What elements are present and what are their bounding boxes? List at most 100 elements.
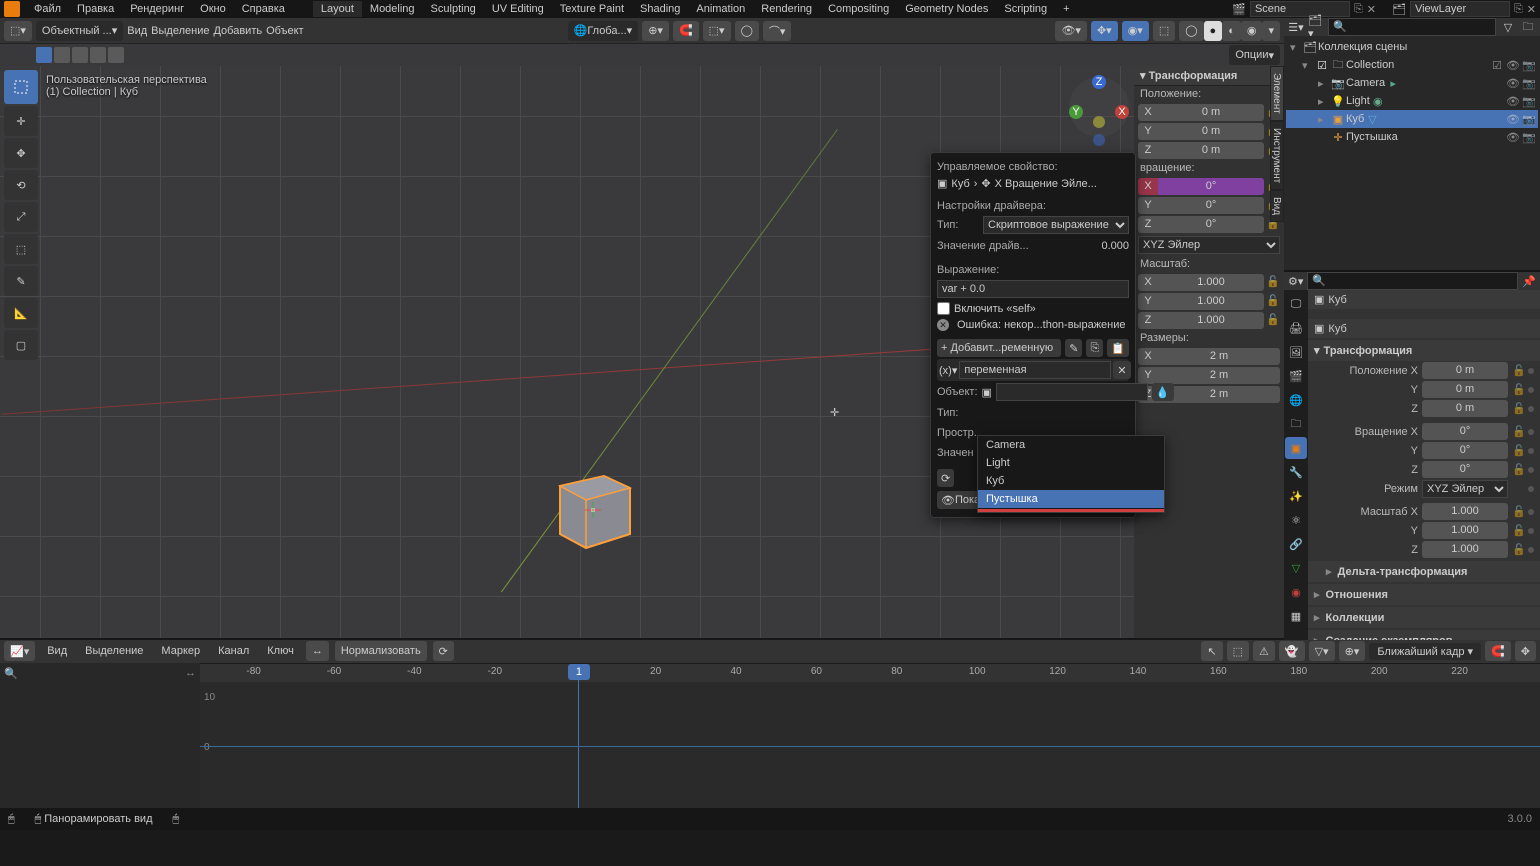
viewlayer-new-icon[interactable]: ⎘ (1514, 3, 1523, 16)
prop-loc-x[interactable]: 0 m (1422, 362, 1508, 379)
shading-material[interactable]: ◐ (1222, 21, 1241, 41)
ptab-physics[interactable]: ⚛ (1285, 509, 1307, 531)
tool-measure[interactable]: 📐 (4, 298, 38, 328)
tool-annotate[interactable]: ✎ (4, 266, 38, 296)
navigation-gizmo[interactable]: Z Y X (1064, 72, 1134, 142)
outliner-search-input[interactable] (1328, 18, 1496, 36)
lock-icon[interactable]: 🔓 (1512, 402, 1524, 415)
viewport-menu-select[interactable]: Выделение (151, 25, 209, 37)
ptab-modifiers[interactable]: 🔧 (1285, 461, 1307, 483)
snap-graph-icon[interactable]: 🧲 (1485, 641, 1511, 661)
viewlayer-delete-icon[interactable]: ✕ (1527, 3, 1536, 16)
prop-transform-header[interactable]: ▾ Трансформация (1308, 340, 1540, 361)
workspace-add-tab[interactable]: + (1055, 1, 1077, 17)
scale-z-field[interactable]: 1.000 (1158, 312, 1264, 329)
tool-scale[interactable]: ⤢ (4, 202, 38, 232)
cube-object[interactable] (550, 458, 636, 550)
dropdown-item-camera[interactable]: Camera (978, 436, 1164, 454)
refresh-button[interactable]: ⟳ (937, 469, 954, 487)
ptab-world[interactable]: 🌐 (1285, 389, 1307, 411)
workspace-tab-shading[interactable]: Shading (632, 1, 688, 17)
shading-dropdown[interactable]: ▾ (1262, 21, 1280, 41)
exclude-icon[interactable]: ☑ (1490, 59, 1504, 72)
loc-x-field[interactable]: 0 m (1158, 104, 1264, 121)
lock-icon[interactable]: 🔓 (1512, 364, 1524, 377)
outliner-scene-collection[interactable]: Коллекция сцены (1318, 41, 1407, 53)
tool-add-cube[interactable]: ▢ (4, 330, 38, 360)
add-variable-button[interactable]: + Добавит...ременную (937, 339, 1061, 357)
ghost-icon[interactable]: 👻 (1279, 641, 1305, 661)
workspace-tab-modeling[interactable]: Modeling (362, 1, 423, 17)
select-mode-2[interactable] (54, 47, 70, 63)
scene-name-input[interactable] (1250, 1, 1350, 17)
proportional-graph-icon[interactable]: ⊕▾ (1339, 641, 1366, 661)
workspace-tab-compositing[interactable]: Compositing (820, 1, 897, 17)
shading-solid[interactable]: ● (1204, 21, 1223, 41)
outliner-tree[interactable]: ▾🗂Коллекция сцены ▾☑🗀Collection☑👁📷 ▸📷Cam… (1284, 36, 1540, 270)
normalize-toggle[interactable]: ↔ (306, 641, 329, 661)
menu-render[interactable]: Рендеринг (122, 1, 192, 17)
prop-loc-y[interactable]: 0 m (1422, 381, 1508, 398)
prop-scale-y[interactable]: 1.000 (1422, 522, 1508, 539)
eye-icon[interactable]: 👁 (1506, 131, 1520, 144)
ptab-data[interactable]: ▽ (1285, 557, 1307, 579)
dropdown-item-light[interactable]: Light (978, 454, 1164, 472)
graph-editor-type-icon[interactable]: 📈▾ (4, 641, 35, 661)
render-icon[interactable]: 📷 (1522, 77, 1536, 90)
workspace-tab-scripting[interactable]: Scripting (996, 1, 1055, 17)
tool-transform[interactable]: ⬚ (4, 234, 38, 264)
pivot-dropdown[interactable]: ⊕▾ (642, 21, 669, 41)
workspace-tab-texturepaint[interactable]: Texture Paint (552, 1, 632, 17)
ptab-texture[interactable]: ▦ (1285, 605, 1307, 627)
eye-icon[interactable]: 👁 (1506, 95, 1520, 108)
interaction-mode-dropdown[interactable]: Объектный ... ▾ (36, 21, 123, 41)
tl-menu-key[interactable]: Ключ (261, 643, 300, 659)
channel-list[interactable]: 🔍 ↔ (0, 663, 200, 808)
properties-pin-icon[interactable]: 📌 (1522, 275, 1536, 288)
prop-scale-z[interactable]: 1.000 (1422, 541, 1508, 558)
snap-dropdown[interactable]: ⬚▾ (703, 21, 731, 41)
snap-mode-dropdown[interactable]: Ближайший кадр ▾ (1369, 643, 1481, 660)
tl-menu-view[interactable]: Вид (41, 643, 73, 659)
workspace-tab-rendering[interactable]: Rendering (753, 1, 820, 17)
tool-move[interactable]: ✥ (4, 138, 38, 168)
dropdown-item-empty[interactable]: Пустышка (978, 490, 1164, 508)
outliner-filter-icon[interactable]: ▽ (1500, 19, 1516, 35)
scene-delete-icon[interactable]: ✕ (1367, 3, 1376, 16)
orientation-dropdown[interactable]: 🌐 Глоба... ▾ (568, 21, 639, 41)
lock-icon[interactable]: 🔓 (1266, 294, 1280, 308)
proportional-toggle[interactable]: ◯ (735, 21, 759, 41)
overlay-toggle[interactable]: ◉▾ (1122, 21, 1149, 41)
select-mode-5[interactable] (108, 47, 124, 63)
tool-cursor[interactable]: ✛ (4, 106, 38, 136)
tl-menu-select[interactable]: Выделение (79, 643, 149, 659)
playhead[interactable]: 1 (578, 664, 579, 808)
viewport-options-button[interactable]: Опции ▾ (1229, 45, 1280, 65)
eye-icon[interactable]: 👁 (1506, 77, 1520, 90)
viewport-menu-add[interactable]: Добавить (213, 25, 262, 37)
workspace-tab-geonodes[interactable]: Geometry Nodes (897, 1, 996, 17)
tl-menu-channel[interactable]: Канал (212, 643, 255, 659)
outliner-display-mode-icon[interactable]: 🗂▾ (1308, 19, 1324, 35)
snap-toggle[interactable]: 🧲 (673, 21, 699, 41)
ptab-collection[interactable]: 🗀 (1285, 413, 1307, 435)
lock-icon[interactable]: 🔓 (1512, 444, 1524, 457)
show-handles-icon[interactable]: ⬚ (1227, 641, 1249, 661)
ptab-render[interactable]: 🖵 (1285, 293, 1307, 315)
lock-icon[interactable]: 🔓 (1512, 524, 1524, 537)
npanel-tab-item[interactable]: Элемент (1270, 66, 1284, 121)
scale-x-field[interactable]: 1.000 (1158, 274, 1264, 291)
scene-new-icon[interactable]: ⎘ (1354, 3, 1363, 16)
normalize-button[interactable]: Нормализовать (335, 641, 427, 661)
properties-editor-icon[interactable]: ⚙▾ (1288, 275, 1303, 288)
ptab-viewlayer[interactable]: 🖼 (1285, 341, 1307, 363)
dim-z-field[interactable]: 2 m (1158, 386, 1280, 403)
delete-variable-icon[interactable]: ✕ (1113, 361, 1130, 379)
dim-y-field[interactable]: 2 m (1158, 367, 1280, 384)
prop-delta-header[interactable]: Дельта-трансформация (1308, 561, 1540, 582)
ptab-object[interactable]: ▣ (1285, 437, 1307, 459)
tl-menu-marker[interactable]: Маркер (155, 643, 206, 659)
ptab-material[interactable]: ◉ (1285, 581, 1307, 603)
object-type-icon[interactable]: ▣ (982, 386, 992, 399)
tool-select-box[interactable] (4, 70, 38, 104)
